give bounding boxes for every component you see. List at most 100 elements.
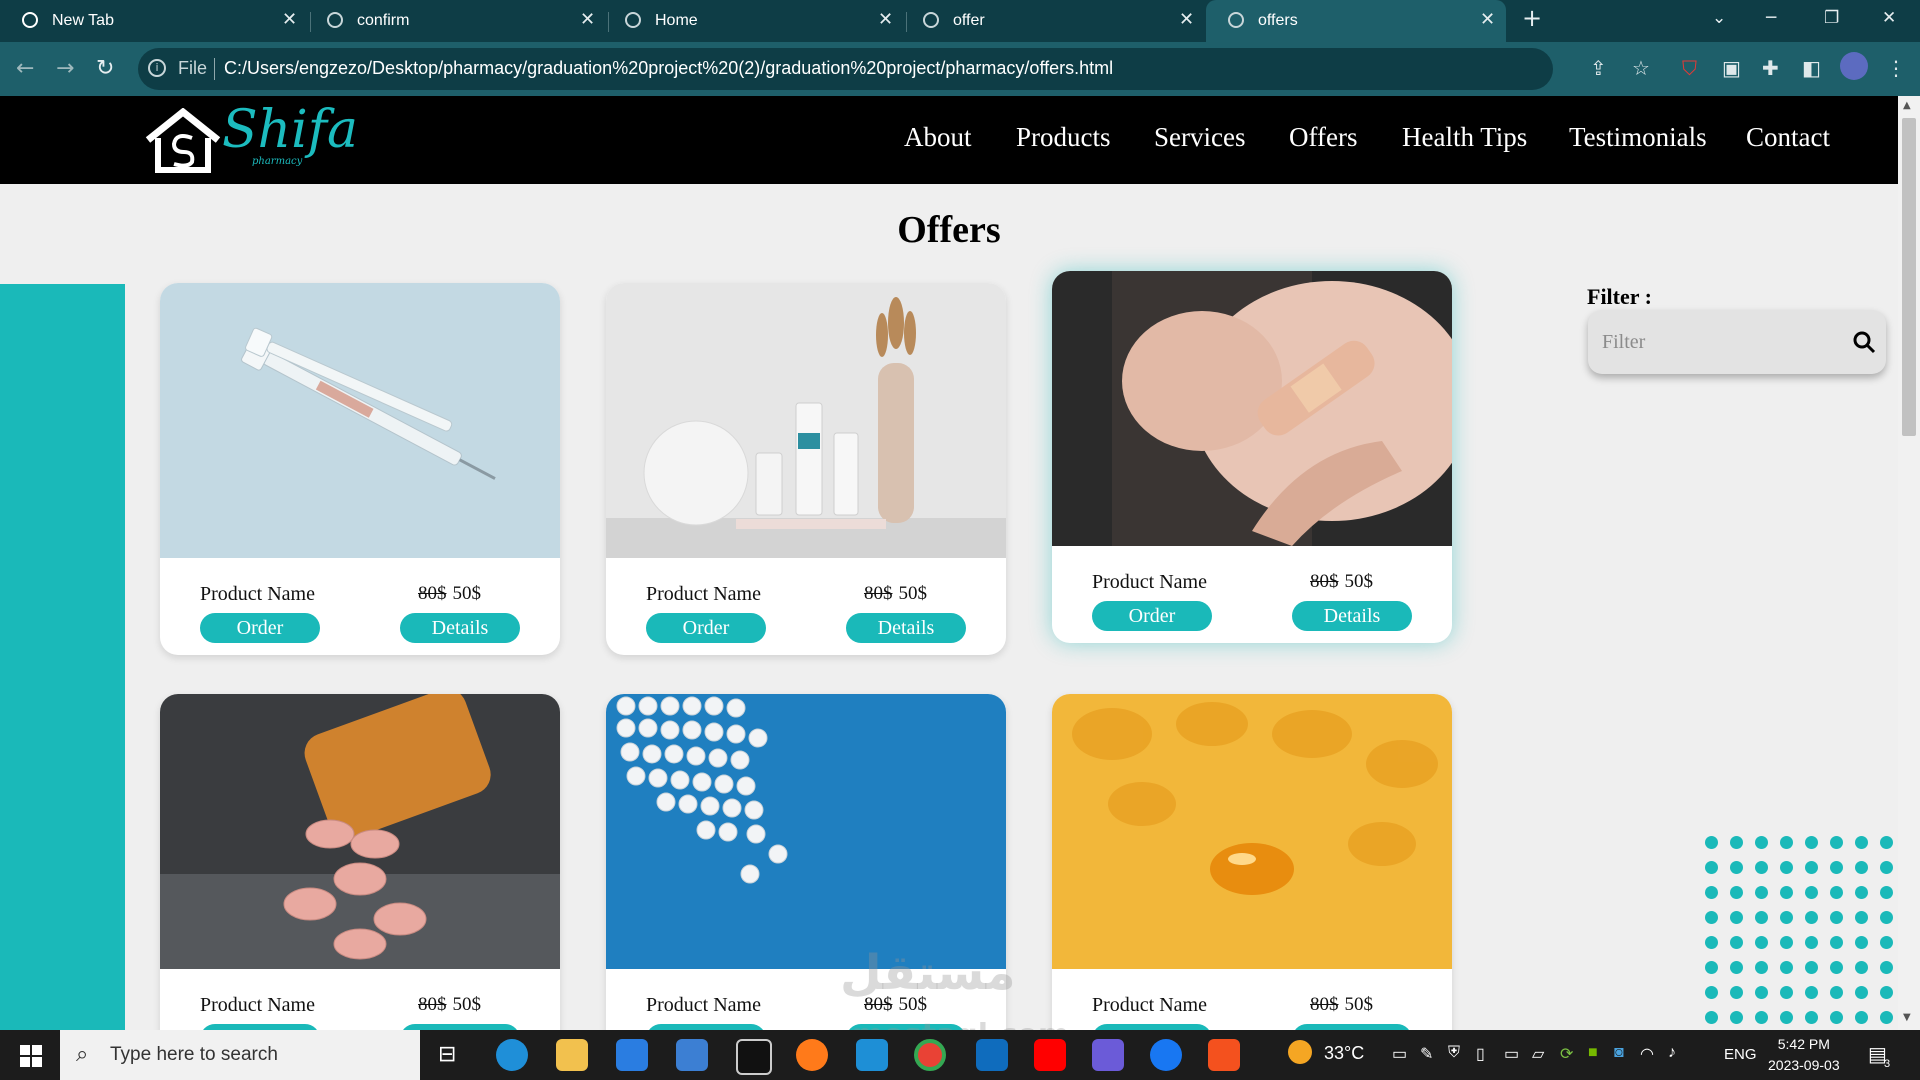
reload-icon[interactable]: ↻ xyxy=(96,56,114,81)
menu-kebab-icon[interactable]: ⋮ xyxy=(1886,56,1906,80)
decorative-dot xyxy=(1805,911,1818,924)
chrome-icon[interactable] xyxy=(914,1039,946,1071)
product-image-gel-capsules xyxy=(1052,694,1452,969)
snipping-tool-icon[interactable] xyxy=(1208,1039,1240,1071)
tab-offers[interactable]: offers ✕ xyxy=(1206,0,1506,42)
nav-link-health-tips[interactable]: Health Tips xyxy=(1402,122,1527,153)
decorative-dot xyxy=(1805,886,1818,899)
scrollbar-thumb[interactable] xyxy=(1902,118,1916,436)
share-icon[interactable]: ⇪ xyxy=(1590,56,1607,80)
decorative-dot xyxy=(1755,911,1768,924)
details-button[interactable]: Details xyxy=(846,613,966,643)
taskbar-search-box[interactable]: ⌕ Type here to search xyxy=(60,1030,420,1080)
tray-security-icon[interactable]: ⛨ xyxy=(1448,1044,1460,1062)
tray-update-icon[interactable]: ⟳ xyxy=(1560,1044,1573,1064)
nav-link-services[interactable]: Services xyxy=(1154,122,1245,153)
taskbar-clock[interactable]: 5:42 PM 2023-09-03 xyxy=(1768,1034,1840,1076)
tab-home[interactable]: Home ✕ xyxy=(603,0,901,42)
search-icon[interactable] xyxy=(1852,330,1876,354)
order-button[interactable]: Order xyxy=(646,613,766,643)
decorative-dot xyxy=(1805,836,1818,849)
scroll-down-arrow-icon[interactable]: ▼ xyxy=(1903,1012,1911,1023)
tab-new-tab[interactable]: New Tab ✕ xyxy=(0,0,300,42)
task-view-icon[interactable]: ⊟ xyxy=(438,1041,456,1067)
tray-network-icon[interactable]: ▭ xyxy=(1392,1044,1407,1064)
store-icon[interactable] xyxy=(616,1039,648,1071)
windows-start-icon[interactable] xyxy=(20,1045,42,1067)
mail-icon[interactable] xyxy=(676,1039,708,1071)
nav-link-about[interactable]: About xyxy=(904,122,972,153)
tray-volume-icon[interactable]: ♪ xyxy=(1668,1044,1676,1062)
tray-display-icon[interactable]: ▭ xyxy=(1504,1044,1519,1064)
nav-link-testimonials[interactable]: Testimonials xyxy=(1569,122,1707,153)
vscode-icon[interactable] xyxy=(856,1039,888,1071)
decorative-dot xyxy=(1855,861,1868,874)
close-window-button[interactable]: ✕ xyxy=(1882,8,1896,28)
tray-app-icon[interactable]: ◙ xyxy=(1614,1044,1624,1062)
decorative-dot xyxy=(1730,936,1743,949)
new-tab-button[interactable]: + xyxy=(1522,4,1542,32)
decorative-dot xyxy=(1780,961,1793,974)
youtube-icon[interactable] xyxy=(1034,1039,1066,1071)
nav-link-products[interactable]: Products xyxy=(1016,122,1111,153)
close-icon[interactable]: ✕ xyxy=(878,9,893,30)
tray-language[interactable]: ENG xyxy=(1724,1046,1757,1063)
product-price: 80$ 50$ xyxy=(1310,571,1373,593)
search-icon: ⌕ xyxy=(76,1042,89,1067)
outlook-icon[interactable] xyxy=(976,1039,1008,1071)
weather-sun-icon[interactable] xyxy=(1288,1040,1312,1064)
decorative-dot xyxy=(1730,1011,1743,1024)
forward-arrow-icon[interactable]: → xyxy=(56,56,74,81)
tray-pen-icon[interactable]: ✎ xyxy=(1420,1044,1433,1064)
tab-confirm[interactable]: confirm ✕ xyxy=(305,0,603,42)
tab-search-chevron-icon[interactable]: ⌄ xyxy=(1712,8,1726,28)
close-icon[interactable]: ✕ xyxy=(1179,9,1194,30)
tray-nvidia-icon[interactable]: ■ xyxy=(1588,1044,1598,1062)
address-url[interactable]: C:/Users/engzezo/Desktop/pharmacy/gradua… xyxy=(224,58,1113,79)
address-bar[interactable]: i File C:/Users/engzezo/Desktop/pharmacy… xyxy=(138,48,1553,90)
side-panel-icon[interactable]: ◧ xyxy=(1802,56,1821,80)
tray-wifi-icon[interactable]: ◠ xyxy=(1640,1044,1654,1064)
back-arrow-icon[interactable]: ← xyxy=(16,56,34,81)
close-icon[interactable]: ✕ xyxy=(580,9,595,30)
tray-chat-icon[interactable]: ▱ xyxy=(1532,1044,1544,1064)
decorative-dot xyxy=(1755,961,1768,974)
close-icon[interactable]: ✕ xyxy=(282,9,297,30)
product-image-bandage xyxy=(1052,271,1452,546)
details-button[interactable]: Details xyxy=(1292,601,1412,631)
tab-offer[interactable]: offer ✕ xyxy=(901,0,1203,42)
firefox-icon[interactable] xyxy=(796,1039,828,1071)
profile-avatar[interactable] xyxy=(1840,52,1868,80)
order-button[interactable]: Order xyxy=(200,613,320,643)
restore-button[interactable]: ❐ xyxy=(1824,8,1839,28)
facebook-icon[interactable] xyxy=(1150,1039,1182,1071)
edge-icon[interactable] xyxy=(496,1039,528,1071)
bookmark-star-icon[interactable]: ☆ xyxy=(1632,56,1650,80)
terminal-icon[interactable] xyxy=(736,1039,772,1075)
nav-link-contact[interactable]: Contact xyxy=(1746,122,1830,153)
details-button[interactable]: Details xyxy=(400,613,520,643)
chrome-icon xyxy=(22,12,38,28)
close-icon[interactable]: ✕ xyxy=(1480,9,1495,30)
temperature[interactable]: 33°C xyxy=(1324,1043,1364,1064)
tray-device-icon[interactable]: ▯ xyxy=(1476,1044,1485,1064)
address-divider xyxy=(214,58,215,80)
logo-text[interactable]: Shifa xyxy=(222,100,358,160)
file-explorer-icon[interactable] xyxy=(556,1039,588,1071)
nav-link-offers[interactable]: Offers xyxy=(1289,122,1357,153)
decorative-dot xyxy=(1880,936,1893,949)
app-icon[interactable] xyxy=(1092,1039,1124,1071)
shield-extension-icon[interactable]: ⛉ xyxy=(1682,56,1697,80)
decorative-dot xyxy=(1705,986,1718,999)
decorative-dot xyxy=(1730,961,1743,974)
globe-icon xyxy=(1228,12,1244,28)
minimize-button[interactable]: ─ xyxy=(1766,8,1776,28)
decorative-dot xyxy=(1805,936,1818,949)
filter-input[interactable] xyxy=(1600,330,1834,355)
decorative-side-strip xyxy=(0,284,125,1030)
pdf-extension-icon[interactable]: ▣ xyxy=(1722,56,1741,80)
extensions-puzzle-icon[interactable]: ✚ xyxy=(1762,56,1779,80)
order-button[interactable]: Order xyxy=(1092,601,1212,631)
scroll-up-arrow-icon[interactable]: ▲ xyxy=(1903,100,1911,111)
info-icon[interactable]: i xyxy=(148,59,166,77)
